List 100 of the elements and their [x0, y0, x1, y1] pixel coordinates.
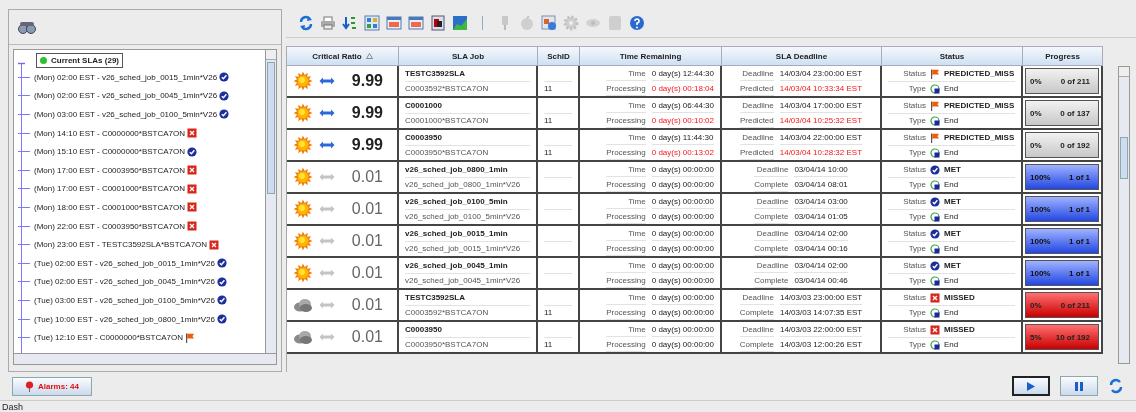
deadline: 14/03/03 22:00:00 EST	[779, 322, 863, 337]
critical-ratio: 0.01	[351, 264, 383, 282]
chart-icon[interactable]	[452, 15, 468, 31]
window-icon[interactable]	[386, 15, 402, 31]
field-label: Status	[902, 69, 926, 78]
job-name: v26_sched_job_0015_1min	[405, 229, 508, 238]
field-label: Type	[907, 84, 926, 93]
critical-ratio: 9.99	[351, 72, 383, 90]
window-icon[interactable]	[408, 15, 424, 31]
status-text: Dash	[0, 400, 1136, 412]
progress-bar: 0% 0 of 137	[1025, 100, 1099, 126]
completion-time: 03/04/14 01:05	[794, 210, 848, 223]
deadline: 14/03/04 22:00:00 EST	[779, 130, 863, 145]
tree-item[interactable]: (Mon) 17:00 EST - C0001000*BSTCA7ON	[18, 179, 265, 199]
document-icon[interactable]	[430, 15, 446, 31]
job-name: TESTC3592SLA	[405, 69, 466, 78]
tree-item[interactable]: (Mon) 22:00 EST - C0003950*BSTCA7ON	[18, 216, 265, 236]
status-value: MET	[944, 165, 961, 174]
time-remaining: 0 day(s) 00:00:00	[651, 322, 714, 337]
field-label: Deadline	[739, 130, 774, 145]
deadline: 14/03/03 23:00:00 EST	[779, 290, 863, 305]
alarms-button[interactable]: Alarms: 44	[12, 376, 92, 396]
pause-button[interactable]	[1060, 376, 1098, 396]
vertical-scrollbar[interactable]	[266, 49, 277, 354]
field-label: Processing	[606, 337, 646, 352]
tree-item[interactable]: (Tue) 10:00 EST - v26_sched_job_0800_1min*V26	[18, 309, 265, 329]
column-header[interactable]: Progress	[1023, 46, 1103, 66]
column-header[interactable]: SLA Job	[399, 46, 538, 66]
print-icon[interactable]	[320, 15, 336, 31]
progress-bar: 5% 10 of 192	[1025, 324, 1099, 350]
end-type-icon	[930, 115, 940, 126]
horizontal-scrollbar[interactable]	[13, 354, 277, 365]
tree-item[interactable]: (Tue) 12:10 EST - C0000000*BSTCA7ON	[18, 328, 265, 347]
field-label: Status	[902, 293, 926, 302]
field-label: Type	[907, 212, 926, 221]
tree-item[interactable]: (Mon) 15:10 EST - C0000000*BSTCA7ON	[18, 142, 265, 161]
type-value: End	[944, 84, 959, 93]
tree-item[interactable]: (Mon) 17:00 EST - C0003950*BSTCA7ON	[18, 160, 265, 180]
field-label: Deadline	[754, 226, 789, 241]
deadline: 03/04/14 02:00	[794, 226, 848, 241]
field-label: Complete	[739, 305, 774, 320]
vertical-scrollbar[interactable]	[1118, 66, 1130, 364]
processing-time: 0 day(s) 00:13:02	[651, 146, 714, 159]
tree-item[interactable]: (Tue) 03:00 EST - v26_sched_job_0100_5min*V26	[18, 291, 265, 310]
tree-item[interactable]: (Mon) 23:00 EST - TESTC3592SLA*BSTCA7ON	[18, 235, 265, 254]
job-name: C0003950	[405, 133, 442, 142]
field-label: Complete	[754, 241, 789, 256]
job-name: v26_sched_job_0800_1min	[405, 165, 508, 174]
processing-time: 0 day(s) 00:00:00	[651, 210, 714, 223]
tree-item[interactable]: (Mon) 14:10 EST - C0000000*BSTCA7ON	[18, 123, 265, 143]
processing-time: 0 day(s) 00:00:00	[651, 178, 714, 191]
job-name: TESTC3592SLA	[405, 293, 466, 302]
refresh-icon[interactable]	[1108, 378, 1124, 394]
field-label: Time	[606, 290, 646, 305]
job-id: C0003592*BSTCA7ON	[405, 308, 489, 317]
column-header[interactable]: SchID	[538, 46, 580, 66]
progress-bar: 0% 0 of 192	[1025, 132, 1099, 158]
play-button[interactable]	[1012, 376, 1050, 396]
field-label: Time	[606, 130, 646, 145]
tree-item[interactable]: (Mon) 02:00 EST - v26_sched_job_0045_1min*V26	[18, 86, 265, 106]
tree-item[interactable]: (Mon) 02:00 EST - v26_sched_job_0015_1min*V26	[18, 68, 265, 87]
field-label: Type	[907, 244, 926, 253]
tree-item[interactable]: (Mon) 03:00 EST - v26_sched_job_0100_5min*V26	[18, 105, 265, 124]
tree-item[interactable]: (Tue) 02:00 EST - v26_sched_job_0015_1min*V26	[18, 253, 265, 273]
column-header[interactable]: SLA Deadline	[722, 46, 882, 66]
field-label: Processing	[606, 305, 646, 320]
end-type-icon	[930, 147, 940, 158]
type-value: End	[944, 212, 959, 221]
job-name: C0003950	[405, 325, 442, 334]
tree-root[interactable]: Current SLAs (29)	[36, 53, 123, 68]
pause-icon	[1075, 381, 1083, 391]
field-label: Status	[902, 133, 926, 142]
window-settings-icon[interactable]	[541, 15, 557, 31]
binoculars-icon[interactable]	[17, 20, 37, 34]
column-header[interactable]: Time Remaining	[580, 46, 722, 66]
critical-ratio: 0.01	[351, 232, 383, 250]
field-label: Status	[902, 197, 926, 206]
field-label: Time	[606, 162, 646, 177]
field-label: Deadline	[754, 258, 789, 273]
column-header[interactable]: Critical Ratio	[287, 46, 399, 66]
status-value: MISSED	[944, 325, 975, 334]
tree-item[interactable]: (Tue) 02:00 EST - v26_sched_job_0045_1min*V26	[18, 272, 265, 292]
schedule-id: 11	[544, 116, 553, 125]
column-header[interactable]: Status	[882, 46, 1023, 66]
grid-icon[interactable]	[364, 15, 380, 31]
deadline: 14/03/04 17:00:00 EST	[779, 98, 863, 113]
field-label: Status	[902, 165, 926, 174]
help-icon[interactable]	[629, 15, 645, 31]
field-label: Status	[902, 325, 926, 334]
job-name: C0001000	[405, 101, 442, 110]
sort-icon[interactable]	[342, 15, 358, 31]
end-type-icon	[930, 179, 940, 190]
job-id: C0001000*BSTCA7ON	[405, 116, 489, 125]
refresh-icon[interactable]	[298, 15, 314, 31]
field-label: Status	[902, 229, 926, 238]
field-label: Predicted	[739, 145, 774, 160]
schedule-id: 11	[544, 84, 553, 93]
completion-time: 14/03/03 14:07:35 EST	[779, 306, 863, 319]
tree-item[interactable]: (Mon) 18:00 EST - C0001000*BSTCA7ON	[18, 198, 265, 217]
deadline: 03/04/14 10:00	[794, 162, 848, 177]
